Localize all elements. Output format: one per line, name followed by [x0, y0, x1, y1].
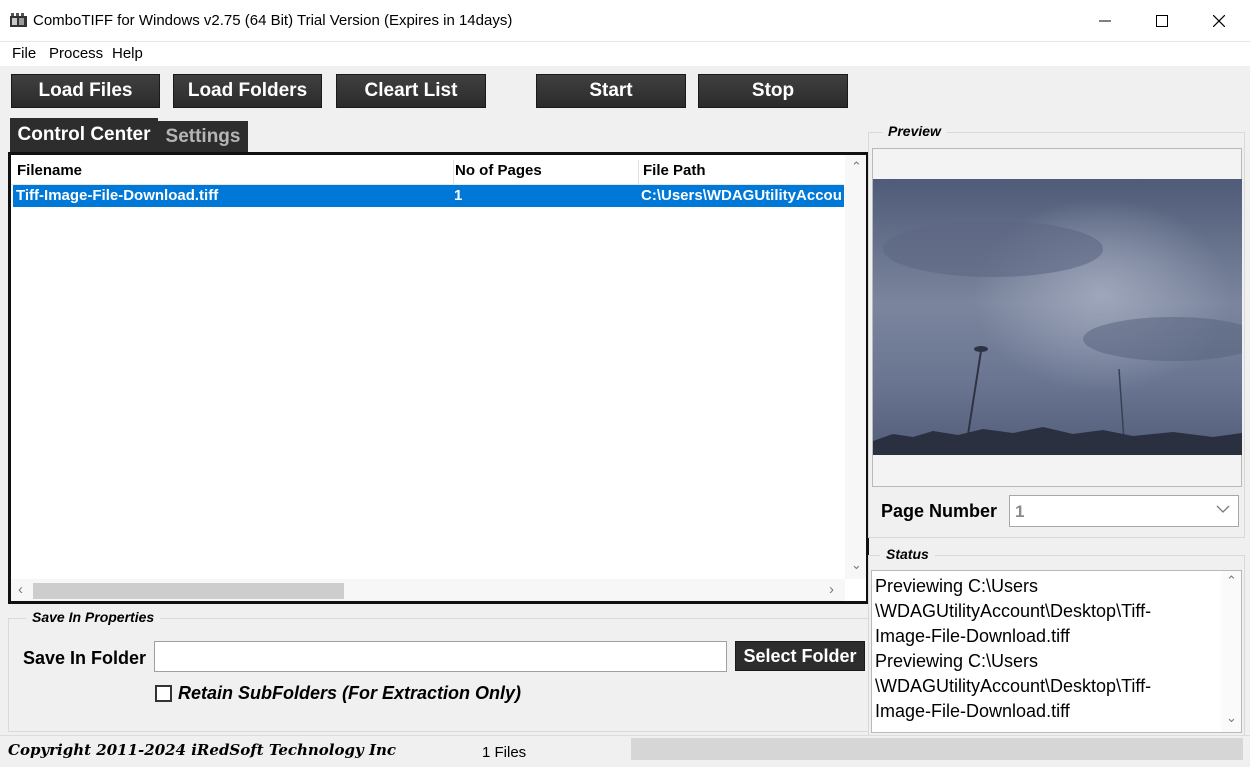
- minimize-button[interactable]: [1076, 0, 1134, 42]
- status-label: Status: [880, 546, 935, 562]
- select-folder-button[interactable]: Select Folder: [735, 641, 865, 671]
- cell-path: C:\Users\WDAGUtilityAccount\Desktop\Tiff…: [641, 187, 842, 204]
- save-folder-input[interactable]: [154, 641, 727, 672]
- start-button[interactable]: Start: [536, 74, 686, 108]
- retain-subfolders-label[interactable]: Retain SubFolders (For Extraction Only): [178, 683, 521, 704]
- status-line: \WDAGUtilityAccount\Desktop\Tiff-: [875, 676, 1152, 696]
- stop-button[interactable]: Stop: [698, 74, 848, 108]
- horizontal-scroll-thumb[interactable]: [33, 583, 344, 599]
- footer-divider: [0, 735, 1250, 736]
- title-bar: ComboTIFF for Windows v2.75 (64 Bit) Tri…: [0, 0, 1250, 42]
- close-icon: [1213, 15, 1225, 27]
- file-count: 1 Files: [482, 744, 527, 761]
- cell-filename: Tiff-Image-File-Download.tiff: [16, 187, 219, 204]
- chevron-down-icon: [1216, 505, 1230, 513]
- window-title: ComboTIFF for Windows v2.75 (64 Bit) Tri…: [33, 12, 513, 29]
- scroll-down-icon[interactable]: ⌄: [851, 557, 862, 573]
- table-row[interactable]: Tiff-Image-File-Download.tiff 1 C:\Users…: [13, 185, 844, 207]
- maximize-icon: [1156, 15, 1168, 27]
- status-line: Previewing C:\Users: [875, 651, 1039, 671]
- vertical-scrollbar[interactable]: ⌃ ⌄: [845, 155, 866, 579]
- menu-file[interactable]: File: [12, 45, 36, 62]
- page-number-value: 1: [1015, 502, 1025, 521]
- status-line: Previewing C:\Users: [875, 576, 1039, 596]
- save-properties-group: [8, 618, 869, 732]
- scroll-up-icon[interactable]: ⌃: [1226, 573, 1237, 589]
- minimize-icon: [1099, 20, 1111, 22]
- save-properties-label: Save In Properties: [26, 609, 161, 625]
- scroll-down-icon[interactable]: ⌄: [1226, 710, 1237, 726]
- scroll-left-icon[interactable]: ‹: [18, 581, 23, 598]
- status-line: \WDAGUtilityAccount\Desktop\Tiff-: [875, 601, 1152, 621]
- load-files-button[interactable]: Load Files: [11, 74, 160, 108]
- page-number-label: Page Number: [881, 501, 998, 521]
- tab-settings[interactable]: Settings: [158, 121, 248, 152]
- preview-label: Preview: [882, 123, 947, 139]
- cell-pages: 1: [454, 187, 463, 204]
- column-header-pages[interactable]: No of Pages: [451, 160, 639, 184]
- scroll-right-icon[interactable]: ›: [829, 581, 834, 598]
- status-scrollbar[interactable]: ⌃ ⌄: [1221, 571, 1241, 732]
- horizontal-scrollbar[interactable]: ‹ ›: [11, 579, 845, 601]
- status-line: Image-File-Download.tiff: [875, 626, 1070, 646]
- load-folders-button[interactable]: Load Folders: [173, 74, 322, 108]
- copyright-text: Copyright 2011-2024 iRedSoft Technology …: [8, 741, 396, 759]
- menu-help[interactable]: Help: [112, 45, 143, 62]
- close-button[interactable]: [1190, 0, 1248, 42]
- column-header-filename[interactable]: Filename: [13, 160, 454, 184]
- progress-bar: [631, 738, 1243, 760]
- scroll-up-icon[interactable]: ⌃: [851, 159, 862, 175]
- save-in-folder-label: Save In Folder: [23, 648, 147, 668]
- clear-list-button[interactable]: Cleart List: [336, 74, 486, 108]
- preview-image: [873, 179, 1242, 455]
- page-number-select[interactable]: 1: [1009, 495, 1239, 527]
- status-line: Image-File-Download.tiff: [875, 701, 1070, 721]
- status-log[interactable]: Previewing C:\Users \WDAGUtilityAccount\…: [871, 570, 1242, 733]
- film-strip-icon: [10, 13, 27, 27]
- retain-subfolders-checkbox[interactable]: [155, 685, 172, 702]
- maximize-button[interactable]: [1133, 0, 1191, 42]
- column-header-path[interactable]: File Path: [639, 160, 844, 184]
- menu-bar: File Process Help: [0, 42, 1250, 66]
- preview-panel: [872, 148, 1242, 487]
- file-list: Filename No of Pages File Path Tiff-Imag…: [8, 152, 869, 604]
- tab-control-center[interactable]: Control Center: [10, 118, 158, 152]
- menu-process[interactable]: Process: [49, 45, 103, 62]
